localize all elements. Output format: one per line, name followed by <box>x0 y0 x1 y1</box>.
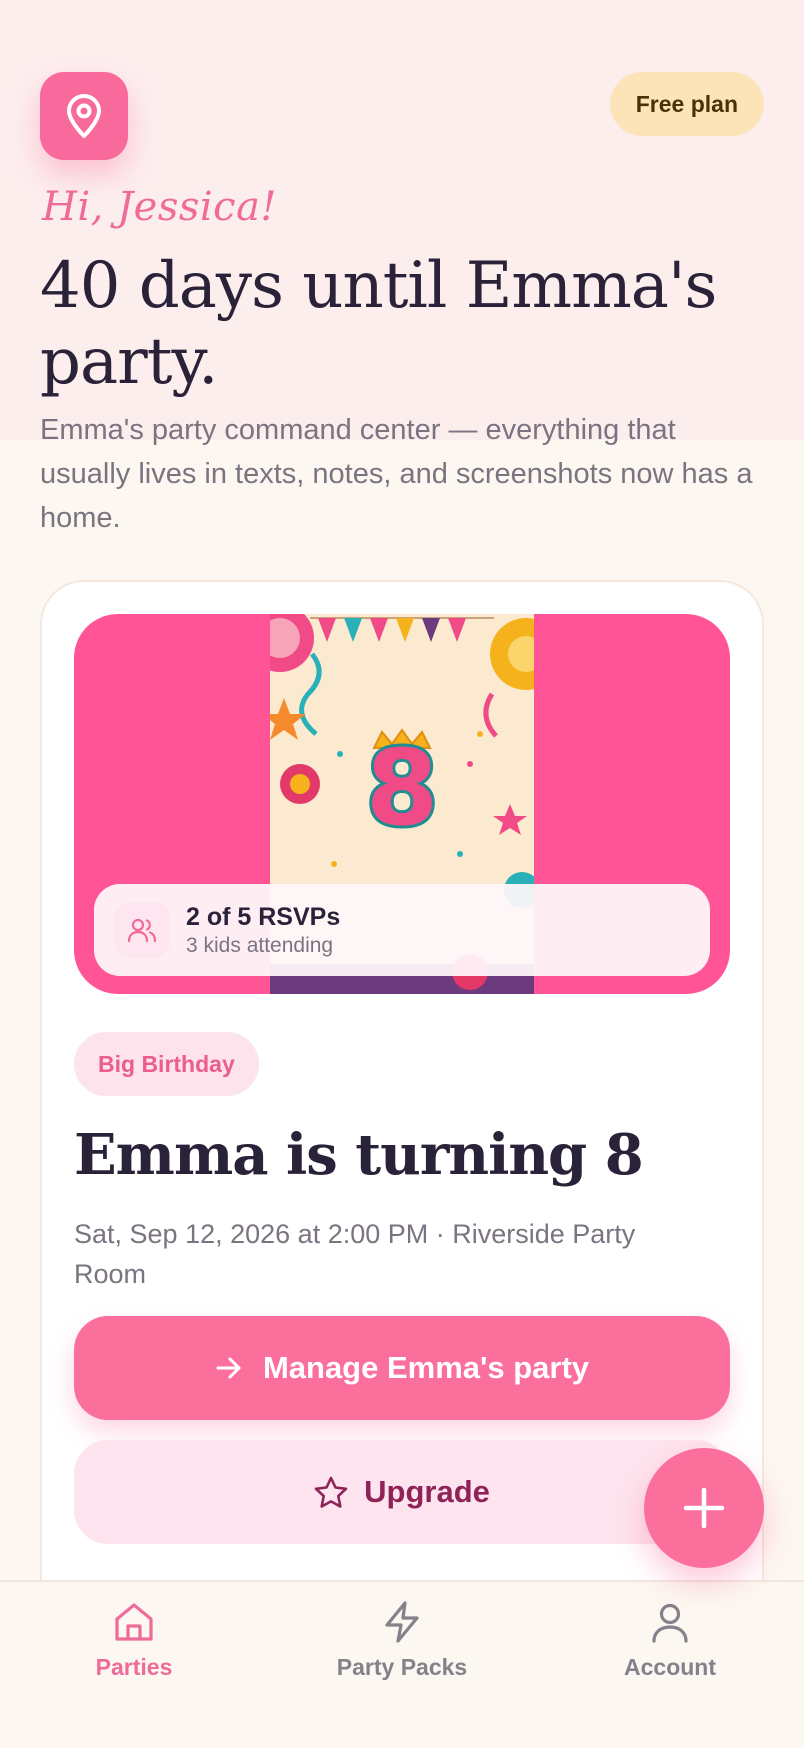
tab-account[interactable]: Account <box>536 1582 804 1748</box>
star-icon <box>314 1476 348 1508</box>
lightning-icon <box>380 1600 424 1644</box>
tab-label: Party Packs <box>336 1654 468 1680</box>
plan-badge[interactable]: Free plan <box>609 72 764 136</box>
logo-button[interactable] <box>40 72 128 160</box>
upgrade-label: Upgrade <box>364 1474 490 1509</box>
manage-party-button[interactable]: Manage Emma's party <box>74 1316 730 1420</box>
party-title: Emma is turning 8 <box>74 1122 644 1188</box>
add-party-button[interactable] <box>644 1448 764 1568</box>
plus-icon <box>683 1487 725 1529</box>
rsvp-attending: 3 kids attending <box>186 933 334 957</box>
party-hero[interactable]: 8 2 of 5 RSVPs 3 kids attending <box>74 614 730 994</box>
rsvp-summary[interactable]: 2 of 5 RSVPs 3 kids attending <box>94 884 710 976</box>
page-subtitle: Emma's party command center — everything… <box>40 414 753 534</box>
upgrade-button[interactable]: Upgrade <box>74 1440 730 1544</box>
party-date-location: Sat, Sep 12, 2026 at 2:00 PM · Riverside… <box>74 1219 636 1289</box>
tab-party-packs[interactable]: Party Packs <box>268 1582 536 1748</box>
tab-label: Account <box>624 1654 716 1680</box>
map-pin-icon <box>64 93 104 139</box>
arrow-right-icon <box>215 1356 243 1380</box>
party-card: 8 2 of 5 RSVPs 3 kids attending Big Birt… <box>40 580 764 1748</box>
bottom-tab-bar: Parties Party Packs Account <box>0 1580 804 1748</box>
page-title: 40 days until Emma's party. <box>40 249 717 399</box>
invite-number: 8 <box>366 727 438 849</box>
user-icon <box>648 1600 692 1644</box>
users-icon <box>114 902 170 958</box>
tab-label: Parties <box>95 1654 173 1680</box>
rsvp-count: 2 of 5 RSVPs <box>186 902 341 931</box>
tab-parties[interactable]: Parties <box>0 1582 268 1748</box>
manage-party-label: Manage Emma's party <box>262 1350 590 1385</box>
greeting: Hi, Jessica! <box>42 184 277 230</box>
party-type-badge: Big Birthday <box>74 1032 259 1096</box>
home-icon <box>112 1600 156 1644</box>
